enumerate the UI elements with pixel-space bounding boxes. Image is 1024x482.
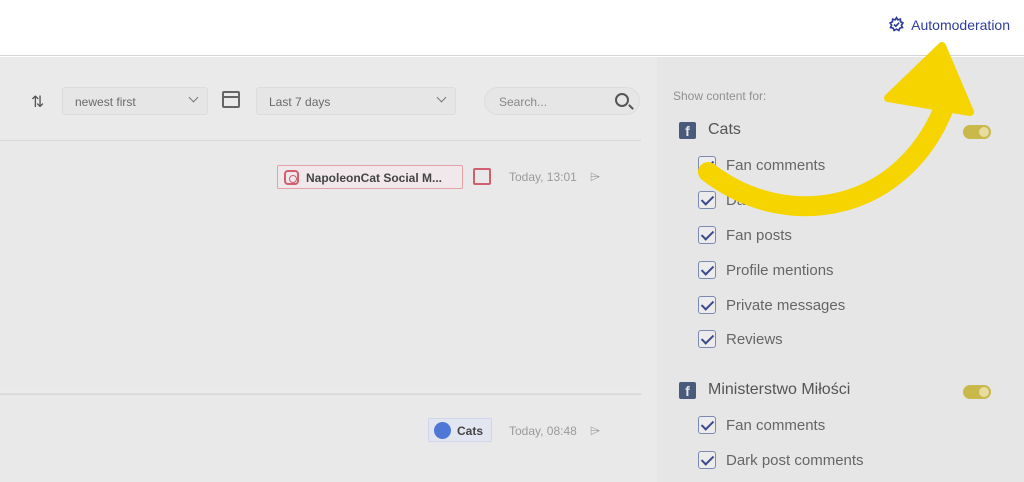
- calendar-icon[interactable]: [473, 168, 491, 185]
- post-card[interactable]: NapoleonCat Social M... Today, 13:01 ⌲ •…: [0, 140, 641, 438]
- automoderation-link[interactable]: Automoderation: [888, 16, 1010, 33]
- content-filter-sidebar: Show content for: f Cats Fan comments Da…: [657, 57, 1024, 482]
- checkbox[interactable]: [698, 416, 716, 434]
- checkbox[interactable]: [698, 261, 716, 279]
- source-badge[interactable]: Cats: [428, 418, 493, 442]
- filter-option[interactable]: Fan comments: [698, 414, 825, 436]
- feed-toolbar: ⇅ newest first Last 7 days Search...: [0, 85, 641, 117]
- main-area: ⇅ newest first Last 7 days Search... Nap…: [0, 57, 1024, 482]
- search-placeholder: Search...: [499, 95, 548, 109]
- search-icon[interactable]: [615, 93, 629, 107]
- filter-option[interactable]: Fan posts: [698, 224, 792, 246]
- filter-option[interactable]: Reviews: [698, 328, 783, 350]
- option-label: Fan posts: [726, 226, 792, 244]
- sort-icon[interactable]: ⇅: [31, 92, 44, 112]
- post-time: Today, 08:48: [509, 424, 577, 438]
- instagram-icon: [284, 170, 299, 185]
- content-feed: ⇅ newest first Last 7 days Search... Nap…: [0, 57, 641, 482]
- filter-option[interactable]: Fan comments: [698, 154, 825, 176]
- option-label: Reviews: [726, 330, 783, 348]
- option-label: Dark post comments: [726, 451, 864, 469]
- top-bar: Automoderation: [0, 0, 1024, 56]
- page-toggle[interactable]: [963, 125, 991, 139]
- post-card[interactable]: Cats Today, 08:48 ⌲: [0, 394, 641, 482]
- filter-option[interactable]: Dark post comments: [698, 449, 864, 471]
- page-row-cats: f Cats: [679, 119, 741, 141]
- checkbox[interactable]: [698, 330, 716, 348]
- checkbox[interactable]: [698, 156, 716, 174]
- checkbox[interactable]: [698, 451, 716, 469]
- automoderation-icon: [889, 16, 905, 32]
- filter-option[interactable]: Private messages: [698, 294, 845, 316]
- checkbox[interactable]: [698, 296, 716, 314]
- checkbox[interactable]: [698, 226, 716, 244]
- option-label: Dark post comments: [726, 191, 864, 209]
- chevron-down-icon: [188, 92, 199, 103]
- sort-select[interactable]: newest first: [62, 87, 208, 115]
- messenger-icon: [434, 422, 451, 439]
- page-name: Cats: [708, 121, 741, 138]
- checkbox[interactable]: [698, 191, 716, 209]
- page-name: Ministerstwo Miłości: [708, 381, 851, 398]
- option-label: Fan comments: [726, 416, 826, 434]
- sidebar-title: Show content for:: [673, 89, 767, 103]
- facebook-icon: f: [679, 381, 696, 399]
- calendar-icon[interactable]: [222, 91, 240, 108]
- option-label: Private messages: [726, 296, 846, 314]
- source-label: NapoleonCat Social M...: [306, 171, 443, 185]
- source-label: Cats: [457, 424, 484, 438]
- date-select-value: Last 7 days: [269, 95, 331, 109]
- tag-icon[interactable]: ⌲: [590, 169, 600, 185]
- search-input[interactable]: Search...: [484, 87, 640, 115]
- page-toggle[interactable]: [963, 385, 991, 399]
- tag-icon[interactable]: ⌲: [590, 423, 600, 439]
- page-row-ministerstwo: f Ministerstwo Miłości: [679, 379, 850, 401]
- facebook-icon: f: [679, 121, 696, 139]
- source-badge[interactable]: NapoleonCat Social M...: [277, 165, 463, 189]
- option-label: Profile mentions: [726, 261, 834, 279]
- option-label: Fan comments: [726, 156, 826, 174]
- filter-option[interactable]: Dark post comments: [698, 189, 864, 211]
- automoderation-label: Automoderation: [911, 16, 1010, 33]
- chevron-down-icon: [436, 92, 447, 103]
- date-range-select[interactable]: Last 7 days: [256, 87, 456, 115]
- sort-select-value: newest first: [75, 95, 136, 109]
- post-time: Today, 13:01: [509, 170, 577, 184]
- filter-option[interactable]: Profile mentions: [698, 259, 834, 281]
